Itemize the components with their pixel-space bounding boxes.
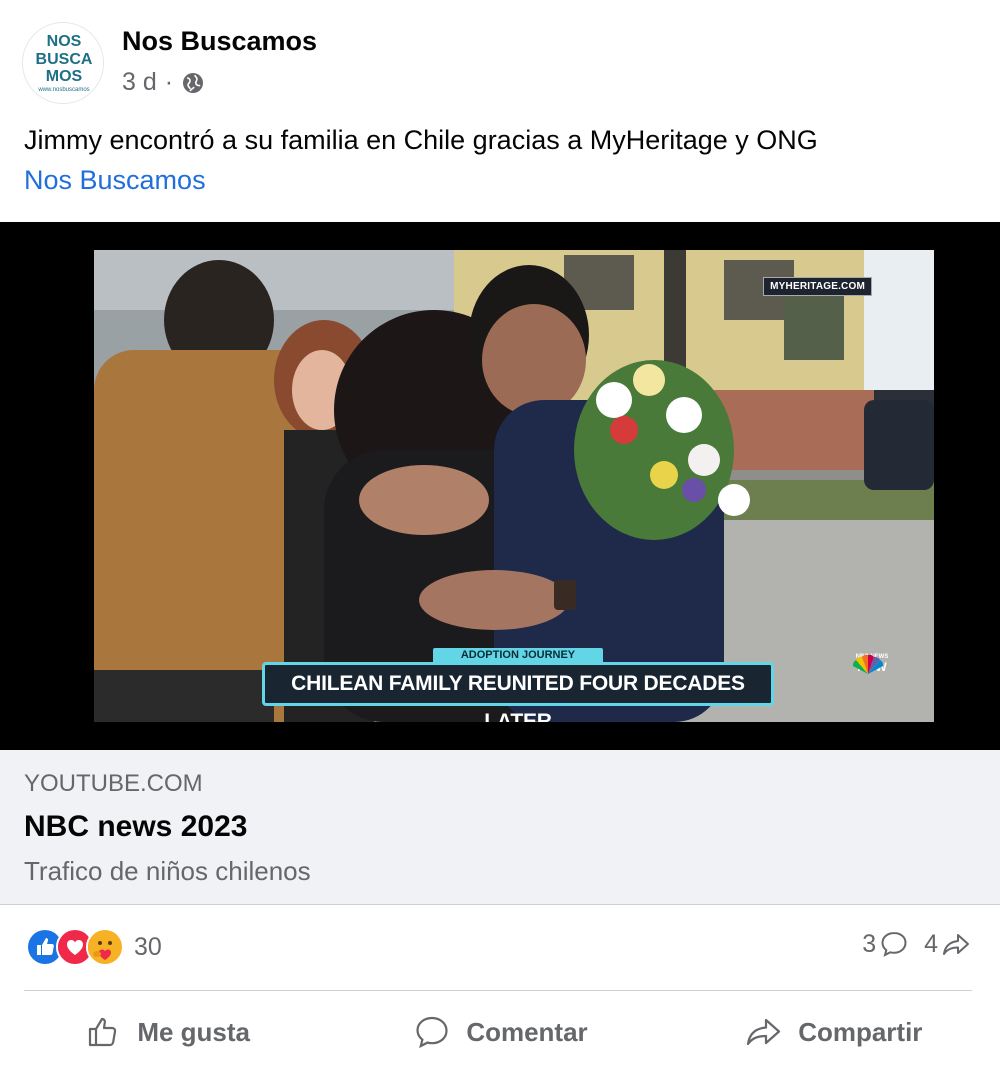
- care-icon: [86, 928, 124, 966]
- share-button-label: Compartir: [798, 1016, 923, 1047]
- video-thumbnail[interactable]: MYHERITAGE.COM ADOPTION JOURNEY CHILEAN …: [94, 250, 934, 722]
- share-button[interactable]: Compartir: [667, 996, 1000, 1068]
- link-domain: YOUTUBE.COM: [24, 770, 203, 797]
- post-page-link[interactable]: Nos Buscamos: [24, 160, 206, 200]
- video-player[interactable]: MYHERITAGE.COM ADOPTION JOURNEY CHILEAN …: [0, 222, 1000, 750]
- reaction-count: 30: [134, 932, 162, 961]
- lower-third-title: CHILEAN FAMILY REUNITED FOUR DECADES LAT…: [262, 662, 774, 722]
- engagement-stats: 3 4: [862, 928, 972, 960]
- comment-button-label: Comentar: [466, 1016, 588, 1047]
- post-actions: Me gusta Comentar Compartir: [0, 996, 1000, 1068]
- comment-bubble-icon: [881, 931, 907, 957]
- link-preview-card[interactable]: YOUTUBE.COM NBC news 2023 Trafico de niñ…: [0, 750, 1000, 905]
- post-time[interactable]: 3 d: [122, 68, 157, 97]
- news-lower-third: ADOPTION JOURNEY CHILEAN FAMILY REUNITED…: [262, 648, 774, 722]
- nbc-news-now-logo: NBC NEWS NOW: [850, 654, 894, 674]
- globe-icon: [181, 71, 205, 95]
- link-description: Trafico de niños chilenos: [24, 856, 311, 886]
- svg-text:NOS: NOS: [47, 33, 82, 50]
- facebook-post: NOS BUSCA MOS www.nosbuscamos Nos Buscam…: [0, 0, 1000, 1071]
- myheritage-watermark: MYHERITAGE.COM: [763, 277, 872, 296]
- comment-button[interactable]: Comentar: [333, 996, 666, 1068]
- svg-text:BUSCA: BUSCA: [36, 51, 93, 68]
- share-icon: [747, 1018, 781, 1046]
- share-arrow-icon: [943, 934, 969, 955]
- like-button-label: Me gusta: [137, 1016, 250, 1047]
- share-count: 4: [924, 929, 938, 958]
- post-text: Jimmy encontró a su familia en Chile gra…: [24, 125, 818, 155]
- link-title: NBC news 2023: [24, 810, 248, 843]
- comment-icon: [416, 1016, 448, 1049]
- comment-count-stat[interactable]: 3: [862, 928, 910, 960]
- reaction-summary[interactable]: 30: [26, 928, 162, 966]
- comment-count: 3: [862, 929, 877, 958]
- svg-text:MOS: MOS: [46, 68, 83, 85]
- share-count-stat[interactable]: 4: [924, 928, 972, 960]
- nbc-peacock-icon: [852, 654, 884, 674]
- page-name[interactable]: Nos Buscamos: [122, 26, 317, 57]
- action-divider: [24, 990, 972, 991]
- thumbs-up-icon: [89, 1017, 117, 1047]
- page-avatar[interactable]: NOS BUSCA MOS www.nosbuscamos: [22, 22, 104, 104]
- post-meta: 3 d ·: [122, 68, 205, 97]
- svg-text:www.nosbuscamos: www.nosbuscamos: [37, 87, 89, 93]
- lower-third-kicker: ADOPTION JOURNEY: [433, 648, 603, 662]
- nos-buscamos-logo: NOS BUSCA MOS www.nosbuscamos: [23, 23, 103, 103]
- meta-separator: ·: [164, 68, 174, 96]
- like-button[interactable]: Me gusta: [0, 996, 333, 1068]
